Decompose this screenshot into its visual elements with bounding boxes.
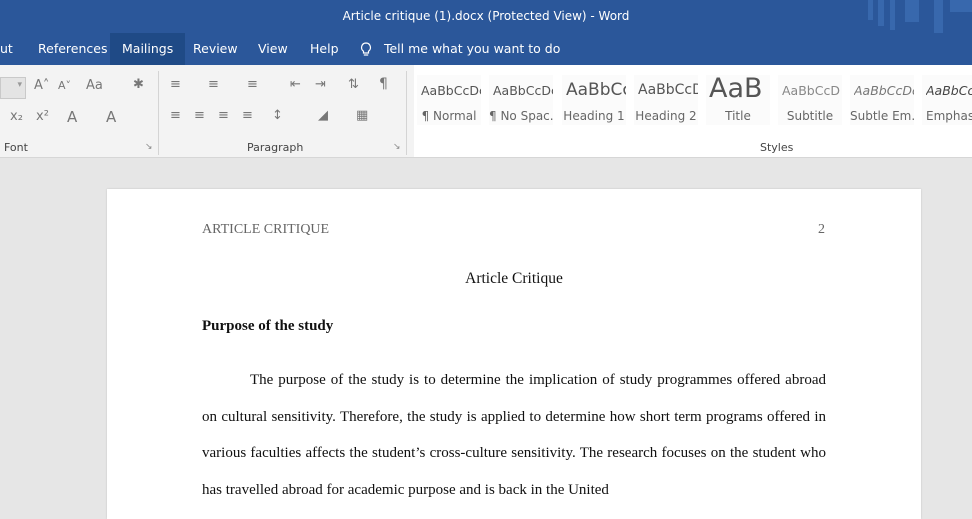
subscript-icon[interactable]: x₂ (10, 109, 23, 124)
title-bar-decoration (950, 0, 972, 12)
shrink-font-icon[interactable]: A˅ (58, 79, 71, 92)
style-name: ¶ Normal (421, 109, 477, 123)
dialog-launcher-icon[interactable]: ↘ (393, 142, 401, 152)
sort-icon[interactable]: ⇅ (348, 77, 359, 92)
numbering-icon[interactable]: ≡ (208, 77, 219, 92)
style-subtitle[interactable]: AaBbCcD Subtitle (778, 75, 842, 125)
font-color-icon[interactable]: A (106, 108, 116, 126)
style-sample: AaBbCcDc (854, 83, 914, 98)
style-name: ¶ No Spac... (489, 109, 553, 123)
font-size-dropdown[interactable]: ▾ (0, 77, 26, 99)
style-heading-2[interactable]: AaBbCcD Heading 2 (634, 75, 698, 125)
paragraph-group-label: Paragraph (247, 141, 304, 154)
title-bar-decoration (905, 0, 919, 22)
style-sample: AaBbCc (566, 80, 626, 100)
style-name: Title (725, 109, 751, 123)
shading-icon[interactable]: ◢ (318, 108, 328, 123)
style-name: Subtitle (786, 109, 834, 123)
multilevel-list-icon[interactable]: ≡ (247, 77, 258, 92)
style-sample: AaBbCcD (638, 82, 698, 98)
style-name: Subtle Em... (850, 109, 914, 123)
style-normal[interactable]: AaBbCcDc ¶ Normal (417, 75, 481, 125)
title-bar-decoration (878, 0, 884, 26)
bullets-icon[interactable]: ≡ (170, 77, 181, 92)
running-header: ARTICLE CRITIQUE (202, 222, 330, 237)
document-page[interactable]: ARTICLE CRITIQUE 2 Article Critique Purp… (107, 189, 921, 519)
superscript-icon[interactable]: x² (36, 109, 49, 124)
styles-gallery: AaBbCcDc ¶ Normal AaBbCcDc ¶ No Spac... … (414, 65, 972, 157)
font-group-label: Font (4, 141, 28, 154)
style-name: Emphas (926, 109, 972, 123)
style-sample: AaBbCcDc (493, 83, 553, 98)
group-separator (158, 71, 159, 155)
style-sample: AaBbCcDc (421, 83, 481, 98)
grow-font-icon[interactable]: A˄ (34, 78, 49, 93)
title-bar: Article critique (1).docx (Protected Vie… (0, 0, 972, 33)
style-name: Heading 1 (563, 109, 625, 123)
tab-help[interactable]: Help (298, 33, 351, 65)
change-case-icon[interactable]: Aa (86, 78, 103, 93)
tell-me-search[interactable]: Tell me what you want to do (360, 33, 560, 65)
style-subtle-emphasis[interactable]: AaBbCcDc Subtle Em... (850, 75, 914, 125)
tab-view[interactable]: View (246, 33, 300, 65)
decrease-indent-icon[interactable]: ⇤ (290, 77, 301, 92)
document-title: Article Critique (465, 270, 563, 287)
title-bar-decoration (890, 0, 895, 30)
ribbon-tabs: ut References Mailings Review View Help … (0, 33, 972, 65)
borders-icon[interactable]: ▦ (356, 108, 368, 123)
ribbon: ▾ A˄ A˅ Aa ✱ x₂ x² A A Font ↘ ≡ ≡ ≡ ⇤ ⇥ … (0, 65, 972, 158)
style-sample: AaB (709, 73, 763, 104)
text-effects-icon[interactable]: A (67, 108, 77, 126)
section-heading: Purpose of the study (202, 318, 334, 334)
increase-indent-icon[interactable]: ⇥ (315, 77, 326, 92)
title-bar-decoration (934, 0, 943, 33)
line-spacing-icon[interactable]: ↕ (272, 108, 283, 123)
tab-references[interactable]: References (26, 33, 119, 65)
styles-group-label: Styles (760, 141, 794, 154)
tab-review[interactable]: Review (181, 33, 250, 65)
dialog-launcher-icon[interactable]: ↘ (145, 142, 153, 152)
window-title: Article critique (1).docx (Protected Vie… (342, 9, 630, 23)
tell-me-label: Tell me what you want to do (383, 41, 561, 56)
title-bar-decoration (868, 0, 873, 20)
align-right-icon[interactable]: ≡ (218, 108, 229, 123)
lightbulb-icon (360, 33, 380, 65)
style-title[interactable]: AaB Title (706, 73, 770, 125)
style-no-spacing[interactable]: AaBbCcDc ¶ No Spac... (489, 75, 553, 125)
clear-formatting-icon[interactable]: ✱ (133, 77, 144, 92)
style-emphasis[interactable]: AaBbCcDc Emphas (922, 75, 972, 125)
page-number: 2 (818, 222, 825, 237)
body-paragraph: The purpose of the study is to determine… (202, 372, 826, 498)
style-sample: AaBbCcD (782, 83, 840, 98)
justify-icon[interactable]: ≡ (242, 108, 253, 123)
show-formatting-icon[interactable]: ¶ (379, 76, 388, 92)
align-left-icon[interactable]: ≡ (170, 108, 181, 123)
style-sample: AaBbCcDc (926, 83, 972, 98)
tab-mailings[interactable]: Mailings (110, 33, 186, 65)
align-center-icon[interactable]: ≡ (194, 108, 205, 123)
group-separator (406, 71, 407, 155)
tab-layout[interactable]: ut (0, 33, 25, 65)
style-name: Heading 2 (635, 109, 697, 123)
style-heading-1[interactable]: AaBbCc Heading 1 (562, 75, 626, 125)
chevron-down-icon: ▾ (17, 80, 22, 90)
